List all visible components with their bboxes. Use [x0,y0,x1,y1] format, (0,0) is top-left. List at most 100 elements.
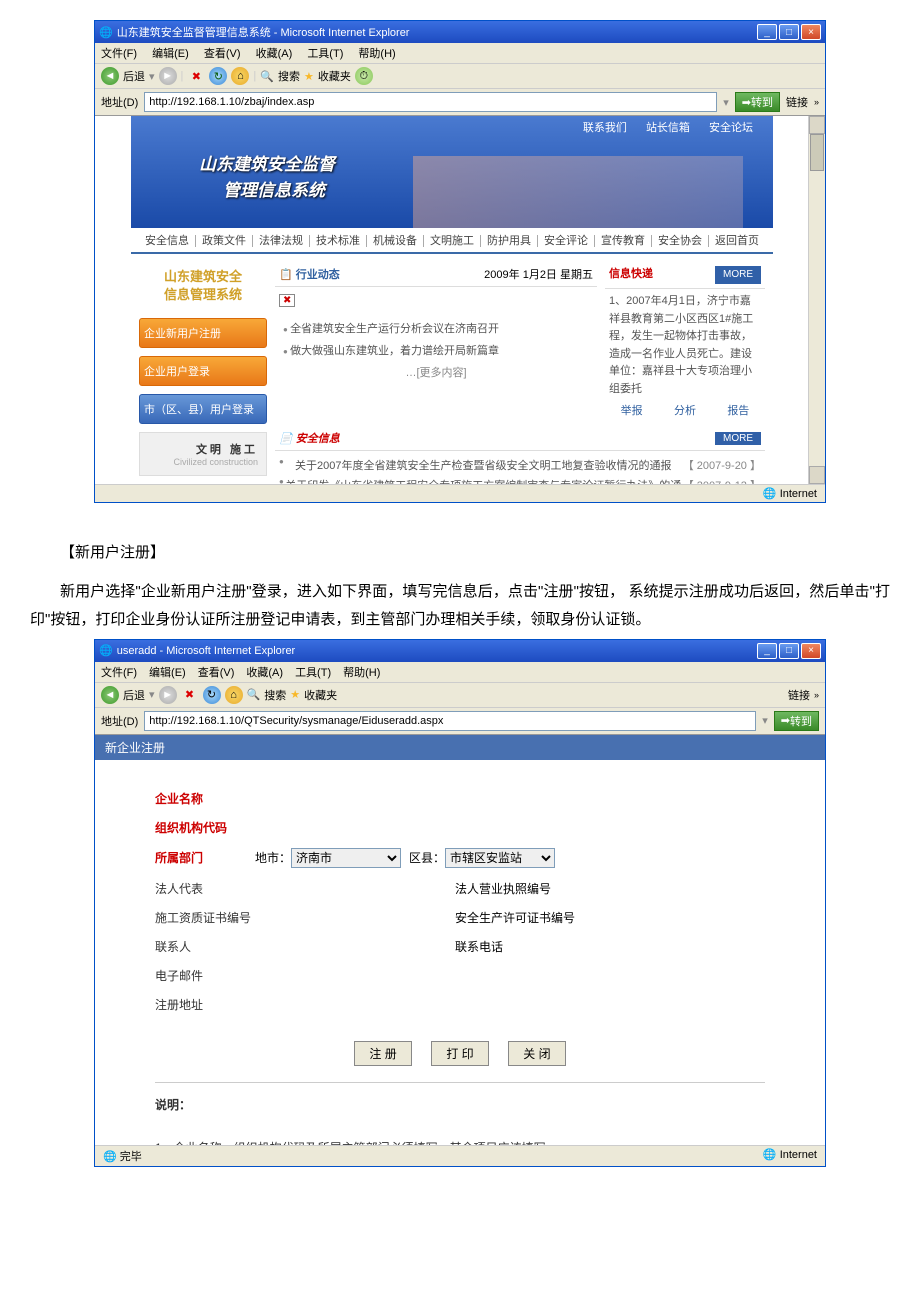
menu-view[interactable]: 查看(V) [198,667,235,679]
menu-favorites[interactable]: 收藏(A) [246,667,283,679]
toolbar: ◄ 后退 ▾ ► | ✖ ↻ ⌂ | 🔍搜索 ★收藏夹 ⏱ [95,64,825,89]
nav-forum[interactable]: 安全论坛 [709,122,753,134]
browser-window-2: 🌐useradd - Microsoft Internet Explorer _… [94,639,826,1167]
sidebar-login-button[interactable]: 企业用户登录 [139,356,267,386]
home-button[interactable]: ⌂ [225,686,243,704]
zone-label: Internet [780,488,817,500]
news-list: 全省建筑安全生产运行分析会议在济南召开 做大做强山东建筑业，着力谱绘开局新篇章 … [275,310,597,392]
nav-item[interactable]: 法律法规 [253,235,310,247]
maximize-button[interactable]: □ [779,643,799,659]
banner: 联系我们 站长信箱 安全论坛 山东建筑安全监督 管理信息系统 [131,116,773,228]
favorites-icon: ★ [304,70,314,83]
nav-contact[interactable]: 联系我们 [583,122,627,134]
favorites-label[interactable]: 收藏夹 [318,68,351,84]
history-button[interactable]: ⏱ [355,67,373,85]
side-panel-civil[interactable]: 文明 施工Civilized construction [139,432,267,476]
close-button[interactable]: × [801,643,821,659]
date-display: 2009年 1月2日 星期五 [484,266,593,282]
main-column: 📋 行业动态2009年 1月2日 星期五 ✖ 全省建筑安全生产运行分析会议在济南… [275,262,765,484]
link-file[interactable]: 报告 [727,403,749,421]
titlebar: 🌐useradd - Microsoft Internet Explorer _… [95,640,825,662]
nav-item[interactable]: 机械设备 [367,235,424,247]
menu-edit[interactable]: 编辑(E) [152,48,189,60]
ie-icon: 🌐 [99,26,113,39]
maximize-button[interactable]: □ [779,24,799,40]
menu-tools[interactable]: 工具(T) [295,667,331,679]
list-item[interactable]: 关于印发《山东省建筑工程安全专项施工方案编制审查与专家论证暂行办法》的通 [285,477,681,484]
list-item[interactable]: 关于2007年度全省建筑安全生产检查暨省级安全文明工地复查验收情况的通报 [295,457,671,473]
print-button[interactable]: 打 印 [431,1041,488,1066]
forward-button[interactable]: ► [159,67,177,85]
status-bar: 🌐 完毕🌐 Internet [95,1145,825,1166]
menu-file[interactable]: 文件(F) [101,667,137,679]
menu-file[interactable]: 文件(F) [101,48,137,60]
explain-heading: 说明： [155,1095,765,1117]
news-item[interactable]: 全省建筑安全生产运行分析会议在济南召开 [283,318,589,340]
back-button[interactable]: ◄ [101,686,119,704]
titlebar: 🌐 山东建筑安全监督管理信息系统 - Microsoft Internet Exp… [95,21,825,43]
city-select[interactable]: 济南市 [291,848,401,868]
links-label[interactable]: 链接 [786,94,808,110]
nav-item[interactable]: 防护用具 [481,235,538,247]
nav-item[interactable]: 宣传教育 [595,235,652,247]
label-safety-cert: 安全生产许可证书编号 [455,909,575,926]
minimize-button[interactable]: _ [757,24,777,40]
nav-item[interactable]: 返回首页 [709,235,765,247]
label-legal: 法人代表 [155,880,255,897]
sidebar-logo: 山东建筑安全信息管理系统 [139,262,267,310]
link-report[interactable]: 举报 [621,403,643,421]
browser-window-1: 🌐 山东建筑安全监督管理信息系统 - Microsoft Internet Exp… [94,20,826,503]
close-button[interactable]: × [801,24,821,40]
menu-help[interactable]: 帮助(H) [358,48,395,60]
page-content: 新企业注册 企业名称 组织机构代码 所属部门 地市： 济南市 区县： 市辖区安监… [95,735,825,1145]
nav-item[interactable]: 安全评论 [538,235,595,247]
stop-button[interactable]: ✖ [187,67,205,85]
more-button[interactable]: MORE [715,432,761,445]
minimize-button[interactable]: _ [757,643,777,659]
forward-button[interactable]: ► [159,686,177,704]
register-button[interactable]: 注 册 [354,1041,411,1066]
county-select[interactable]: 市辖区安监站 [445,848,555,868]
stop-button[interactable]: ✖ [181,686,199,704]
menu-edit[interactable]: 编辑(E) [149,667,186,679]
news-more[interactable]: …[更多内容] [283,362,589,384]
links-label[interactable]: 链接 [788,687,810,703]
home-button[interactable]: ⌂ [231,67,249,85]
sidebar-gov-login-button[interactable]: 市（区、县）用户登录 [139,394,267,424]
address-input[interactable] [144,92,717,112]
refresh-button[interactable]: ↻ [203,686,221,704]
status-done: 完毕 [120,1151,142,1163]
nav-item[interactable]: 文明施工 [424,235,481,247]
scrollbar[interactable] [808,116,825,484]
link-analyze[interactable]: 分析 [674,403,696,421]
search-icon: 🔍 [247,688,261,701]
nav-item[interactable]: 安全协会 [652,235,709,247]
menu-tools[interactable]: 工具(T) [307,48,343,60]
hot-text: 1、2007年4月1日，济宁市嘉祥县教育第二小区西区1#施工程，发生一起物体打击… [605,289,765,403]
go-button[interactable]: ➡ 转到 [774,711,819,731]
news-item[interactable]: 做大做强山东建筑业，着力谱绘开局新篇章 [283,340,589,362]
nav-item[interactable]: 政策文件 [196,235,253,247]
close-form-button[interactable]: 关 闭 [508,1041,565,1066]
search-label[interactable]: 搜索 [278,68,300,84]
menu-help[interactable]: 帮助(H) [343,667,380,679]
sidebar-register-button[interactable]: 企业新用户注册 [139,318,267,348]
more-button[interactable]: MORE [715,266,761,284]
explain-section: 说明： 1、企业名称、组织机构代码及所属主管部门必须填写，其余项目应该填写。 2… [155,1082,765,1145]
section-heading: 【新用户注册】 [0,533,920,572]
back-label: 后退 [123,68,145,84]
nav-item[interactable]: 安全信息 [139,235,196,247]
registration-form: 企业名称 组织机构代码 所属部门 地市： 济南市 区县： 市辖区安监站 法人代表… [95,760,825,1145]
page-content: 联系我们 站长信箱 安全论坛 山东建筑安全监督 管理信息系统 安全信息政策文件法… [95,116,825,484]
nav-item[interactable]: 技术标准 [310,235,367,247]
back-button[interactable]: ◄ [101,67,119,85]
menu-favorites[interactable]: 收藏(A) [256,48,293,60]
go-button[interactable]: ➡ 转到 [735,92,780,112]
label-dept: 所属部门 [155,849,255,866]
close-panel-icon[interactable]: ✖ [279,294,295,307]
nav-mailbox[interactable]: 站长信箱 [646,122,690,134]
address-input[interactable] [144,711,756,731]
refresh-button[interactable]: ↻ [209,67,227,85]
window-title: 山东建筑安全监督管理信息系统 - Microsoft Internet Expl… [117,24,410,40]
menu-view[interactable]: 查看(V) [204,48,241,60]
